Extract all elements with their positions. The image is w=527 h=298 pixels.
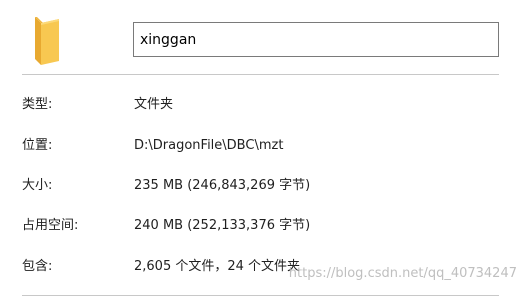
contains-label: 包含: <box>22 259 53 274</box>
location-value: D:\DragonFile\DBC\mzt <box>134 138 284 153</box>
divider <box>22 74 499 75</box>
property-row-size: 大小: 235 MB (246,843,269 字节) <box>0 174 527 198</box>
divider <box>22 295 499 296</box>
type-value: 文件夹 <box>134 97 174 112</box>
type-label: 类型: <box>22 97 53 112</box>
property-row-location: 位置: D:\DragonFile\DBC\mzt <box>0 134 527 158</box>
contains-value: 2,605 个文件，24 个文件夹 <box>134 259 301 274</box>
property-row-type: 类型: 文件夹 <box>0 93 527 117</box>
folder-icon <box>35 17 59 65</box>
size-value: 235 MB (246,843,269 字节) <box>134 178 311 193</box>
properties-general-panel: 类型: 文件夹 位置: D:\DragonFile\DBC\mzt 大小: 23… <box>0 0 527 298</box>
size-on-disk-value: 240 MB (252,133,376 字节) <box>134 218 311 233</box>
watermark-url: https://blog.csdn.net/qq_40734247 <box>288 266 517 281</box>
folder-name-input[interactable] <box>133 22 499 57</box>
location-label: 位置: <box>22 138 53 153</box>
property-row-size-on-disk: 占用空间: 240 MB (252,133,376 字节) <box>0 214 527 238</box>
size-label: 大小: <box>22 178 53 193</box>
size-on-disk-label: 占用空间: <box>22 218 79 233</box>
